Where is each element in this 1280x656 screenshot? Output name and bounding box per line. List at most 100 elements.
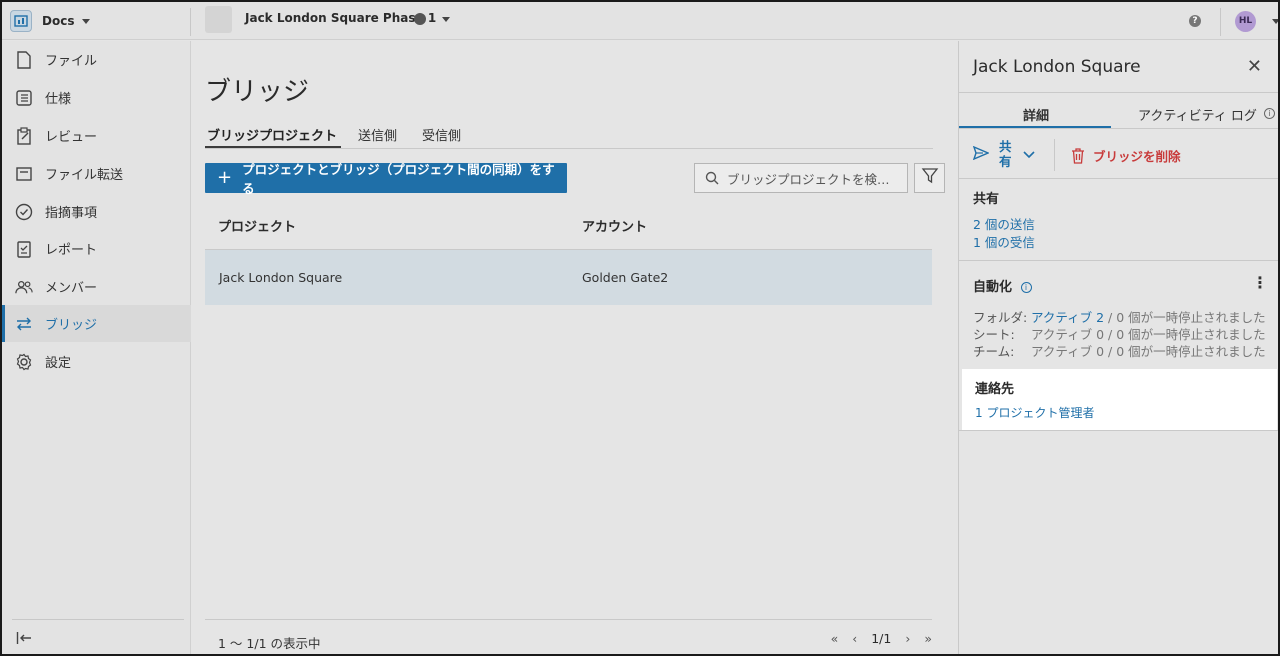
tab-received[interactable]: 受信側 — [422, 125, 461, 144]
search-input[interactable]: ブリッジプロジェクトを検… — [694, 163, 908, 193]
sidebar-item-label: メンバー — [45, 281, 98, 296]
file-icon — [15, 50, 33, 69]
share-button[interactable]: 共有 — [972, 139, 1035, 169]
sidebar-item-label: レポート — [45, 243, 98, 258]
sidebar-item-specs[interactable]: 仕様 — [2, 79, 191, 116]
filter-button[interactable] — [914, 163, 945, 193]
app-window: Docs Jack London Square Phase 1 ? HL ファイ… — [0, 0, 1280, 656]
sidebar-item-label: ファイル — [45, 54, 98, 69]
chevron-down-icon — [1023, 147, 1035, 162]
help-icon[interactable]: ? — [1189, 15, 1201, 27]
info-icon[interactable]: i — [1020, 282, 1032, 293]
table-footer: 1 ～ 1/1 の表示中 « ‹ 1/1 › » — [205, 619, 932, 654]
automation-section-title: 自動化 i — [973, 276, 1032, 295]
divider — [190, 8, 191, 36]
more-options-icon[interactable]: ⋮ — [1252, 275, 1268, 291]
divider — [1054, 139, 1055, 171]
last-page-icon[interactable]: » — [924, 631, 932, 646]
next-page-icon[interactable]: › — [905, 631, 910, 646]
sidebar-item-label: 設定 — [45, 356, 72, 371]
divider — [959, 260, 1278, 261]
transmittal-tray-icon — [15, 165, 33, 183]
divider — [959, 178, 1278, 179]
sidebar-item-issues[interactable]: 指摘事項 — [2, 193, 191, 230]
delete-bridge-button[interactable]: ブリッジを削除 — [1071, 146, 1181, 165]
received-link[interactable]: 1 個の受信 — [973, 232, 1035, 251]
spec-list-icon — [15, 89, 33, 107]
divider — [959, 430, 1278, 431]
sidebar-item-label: ファイル転送 — [45, 168, 124, 183]
sidebar-item-label: ブリッジ — [45, 318, 98, 333]
report-clipboard-icon — [15, 240, 33, 258]
chevron-down-icon[interactable] — [442, 17, 450, 22]
first-page-icon[interactable]: « — [831, 631, 839, 646]
page-title: ブリッジ — [205, 77, 310, 107]
pagination: « ‹ 1/1 › » — [817, 631, 932, 646]
sidebar-item-bridge[interactable]: ブリッジ — [2, 305, 191, 342]
project-thumbnail — [205, 6, 232, 33]
chevron-down-icon — [82, 18, 91, 24]
collapse-sidebar-icon[interactable] — [16, 631, 32, 649]
tab-sent[interactable]: 送信側 — [358, 125, 397, 144]
automation-active: アクティブ 0 — [1031, 327, 1105, 342]
sent-link[interactable]: 2 個の送信 — [973, 214, 1035, 233]
table-row[interactable]: Jack London Square Golden Gate2 — [205, 250, 932, 305]
gear-icon — [15, 353, 33, 371]
column-header-project[interactable]: プロジェクト — [218, 216, 296, 235]
avatar[interactable]: HL — [1235, 11, 1256, 32]
automation-paused: / 0 個が一時停止されました — [1104, 344, 1266, 359]
column-header-account[interactable]: アカウント — [582, 216, 647, 235]
contact-link[interactable]: 1 プロジェクト管理者 — [975, 404, 1094, 421]
docs-app-icon — [10, 10, 32, 32]
cell-project: Jack London Square — [219, 270, 343, 285]
add-bridge-button[interactable]: + プロジェクトとブリッジ（プロジェクト間の同期）をする — [205, 162, 567, 196]
tab-bridge-projects[interactable]: ブリッジプロジェクト — [204, 125, 342, 148]
main-content: ブリッジ ブリッジプロジェクト 送信側 受信側 + プロジェクトとブリッジ（プロ… — [192, 41, 957, 654]
prev-page-icon[interactable]: ‹ — [852, 631, 857, 646]
chevron-down-icon[interactable] — [1272, 19, 1278, 24]
divider — [959, 128, 1278, 129]
tab-bar: ブリッジプロジェクト 送信側 受信側 — [204, 123, 933, 149]
tab-activity-log[interactable]: アクティビティ ログ — [1138, 105, 1257, 124]
tab-details[interactable]: 詳細 — [1023, 105, 1049, 124]
search-icon — [705, 171, 719, 185]
top-bar: Docs Jack London Square Phase 1 ? HL — [2, 2, 1278, 40]
automation-paused: / 0 個が一時停止されました — [1104, 310, 1266, 325]
panel-title: Jack London Square — [973, 57, 1141, 77]
contact-title: 連絡先 — [975, 382, 1015, 397]
page-indicator: 1/1 — [871, 631, 892, 646]
automation-label: チーム: — [973, 344, 1015, 359]
automation-paused: / 0 個が一時停止されました — [1104, 327, 1266, 342]
cell-account: Golden Gate2 — [582, 270, 669, 285]
send-icon — [972, 145, 990, 163]
automation-active-link[interactable]: アクティブ 2 — [1031, 310, 1104, 325]
members-icon — [15, 278, 33, 296]
sidebar-item-reviews[interactable]: レビュー — [2, 117, 191, 154]
sidebar-item-label: 指摘事項 — [45, 206, 98, 221]
info-icon[interactable]: i — [1264, 108, 1275, 119]
sidebar-item-settings[interactable]: 設定 — [2, 343, 191, 380]
bridge-projects-table: プロジェクト アカウント Jack London Square Golden G… — [205, 203, 932, 305]
sidebar-item-reports[interactable]: レポート — [2, 230, 191, 267]
automation-active: アクティブ 0 — [1031, 344, 1105, 359]
results-count: 1 ～ 1/1 の表示中 — [218, 636, 321, 651]
share-section-title: 共有 — [973, 192, 1000, 207]
search-placeholder: ブリッジプロジェクトを検… — [727, 171, 890, 187]
divider — [1220, 8, 1221, 36]
sidebar-item-members[interactable]: メンバー — [2, 268, 191, 305]
close-icon[interactable]: ✕ — [1247, 58, 1262, 76]
app-name: Docs — [42, 14, 75, 28]
trash-icon — [1071, 147, 1085, 164]
sidebar-item-files[interactable]: ファイル — [2, 41, 191, 78]
divider — [959, 92, 1278, 93]
delete-bridge-label: ブリッジを削除 — [1093, 149, 1181, 164]
project-selector[interactable]: Jack London Square Phase 1 — [245, 11, 436, 25]
automation-teams-row: チーム: アクティブ 0 / 0 個が一時停止されました — [973, 341, 1266, 360]
table-header: プロジェクト アカウント — [205, 203, 932, 250]
bridge-arrows-icon — [15, 315, 33, 333]
sidebar-item-label: 仕様 — [45, 92, 72, 107]
plus-icon: + — [217, 167, 233, 188]
app-switcher[interactable]: Docs — [10, 7, 91, 35]
details-panel: Jack London Square ✕ 詳細 アクティビティ ログ i 共有 … — [958, 41, 1278, 654]
sidebar-item-transmittals[interactable]: ファイル転送 — [2, 155, 191, 192]
